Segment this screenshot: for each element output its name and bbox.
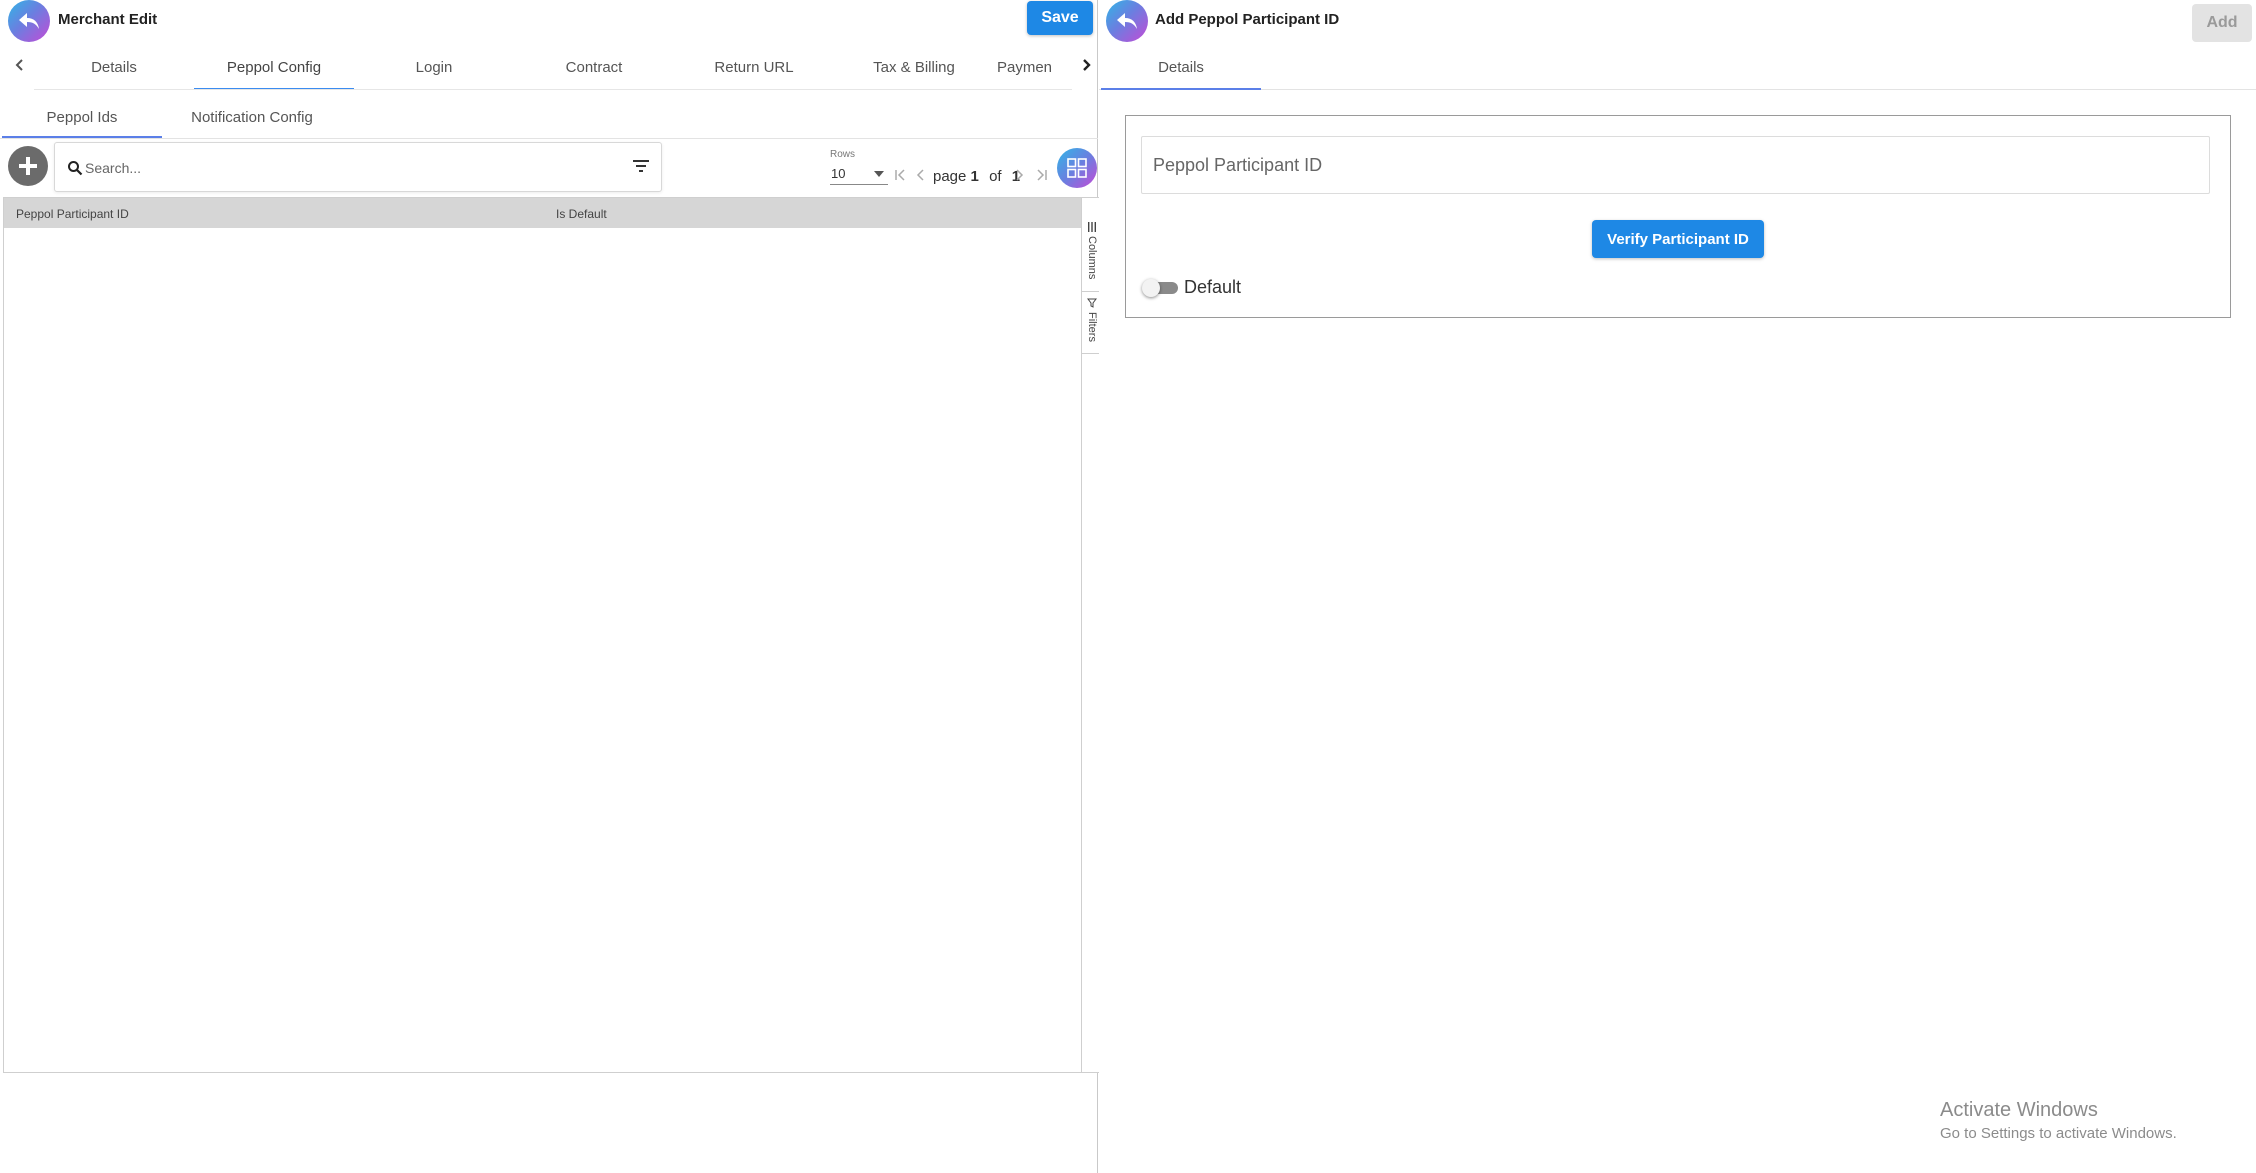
chevron-left-icon	[916, 169, 924, 181]
default-toggle[interactable]	[1142, 279, 1178, 297]
dropdown-caret-icon	[874, 171, 884, 177]
activate-windows-subtitle: Go to Settings to activate Windows.	[1940, 1125, 2177, 1142]
tab-details[interactable]: Details	[1101, 44, 1261, 90]
grid-header: Peppol Participant ID Is Default	[4, 198, 1083, 228]
chevron-left-icon	[15, 59, 23, 71]
peppol-participant-id-input[interactable]	[1141, 136, 2210, 194]
toggle-knob	[1142, 279, 1160, 297]
tab-scroll-right-button[interactable]	[1076, 54, 1096, 76]
peppol-ids-grid: Peppol Participant ID Is Default	[3, 197, 1083, 1073]
rows-label: Rows	[830, 149, 856, 160]
participant-form: Verify Participant ID Default	[1125, 115, 2231, 318]
tab-contract[interactable]: Contract	[514, 44, 674, 89]
default-toggle-label: Default	[1184, 277, 1242, 297]
grid-view-toggle-button[interactable]	[1057, 148, 1097, 188]
back-button[interactable]	[8, 0, 50, 42]
merchant-edit-panel: Merchant Edit Save Details Peppol Config…	[0, 0, 1103, 1173]
tab-tax-billing[interactable]: Tax & Billing	[834, 44, 994, 89]
pager-current-page: 1	[970, 168, 979, 185]
prev-page-button[interactable]	[916, 168, 926, 185]
search-input[interactable]	[85, 155, 605, 181]
add-button[interactable]: Add	[2192, 4, 2252, 42]
first-page-icon	[895, 169, 905, 181]
back-button[interactable]	[1106, 0, 1148, 42]
grid-icon	[1067, 158, 1087, 178]
chevron-right-icon	[1016, 169, 1024, 181]
filters-tab-label: Filters	[1086, 312, 1098, 342]
verify-participant-id-button[interactable]: Verify Participant ID	[1592, 220, 1764, 258]
tab-return-url[interactable]: Return URL	[674, 44, 834, 89]
add-row-button[interactable]	[8, 146, 48, 186]
tab-details[interactable]: Details	[34, 44, 194, 89]
back-arrow-icon	[1117, 13, 1137, 29]
rows-per-page-select[interactable]: 10	[830, 163, 888, 185]
add-peppol-participant-panel: Add Peppol Participant ID Add Details Ve…	[1099, 0, 2256, 1173]
subtab-divider	[0, 138, 1098, 139]
main-tab-strip: Details Peppol Config Login Contract Ret…	[34, 44, 1072, 90]
activate-windows-title: Activate Windows	[1940, 1099, 2098, 1121]
last-page-button[interactable]	[1034, 168, 1048, 185]
right-tab-strip: Details	[1099, 44, 2256, 90]
subtab-notification-config[interactable]: Notification Config	[172, 96, 332, 138]
next-page-button[interactable]	[1014, 168, 1024, 185]
column-header-participant-id[interactable]: Peppol Participant ID	[16, 207, 129, 221]
search-box	[54, 142, 662, 192]
subtab-peppol-ids[interactable]: Peppol Ids	[2, 96, 162, 138]
columns-icon	[1088, 222, 1096, 232]
chevron-right-icon	[1083, 59, 1091, 71]
page-title: Merchant Edit	[58, 11, 158, 28]
tab-payment[interactable]: Paymen	[994, 44, 1072, 89]
tab-login[interactable]: Login	[354, 44, 514, 89]
columns-tab-label: Columns	[1086, 236, 1098, 280]
tab-scroll-left-button[interactable]	[10, 54, 30, 76]
pager-status: page 1 of 1	[933, 168, 1020, 185]
column-header-is-default[interactable]: Is Default	[556, 207, 607, 221]
panel-title: Add Peppol Participant ID	[1155, 11, 1340, 28]
search-icon	[68, 161, 83, 176]
pager-of-word: of	[989, 168, 1002, 185]
tab-peppol-config[interactable]: Peppol Config	[194, 44, 354, 89]
filter-icon[interactable]	[633, 159, 649, 173]
last-page-icon	[1037, 169, 1047, 181]
first-page-button[interactable]	[894, 168, 908, 185]
rows-per-page-value: 10	[831, 166, 846, 181]
pager-page-word: page	[933, 168, 967, 185]
back-arrow-icon	[19, 13, 39, 29]
plus-icon	[19, 157, 37, 175]
save-button[interactable]: Save	[1027, 1, 1093, 35]
funnel-icon	[1087, 298, 1097, 308]
